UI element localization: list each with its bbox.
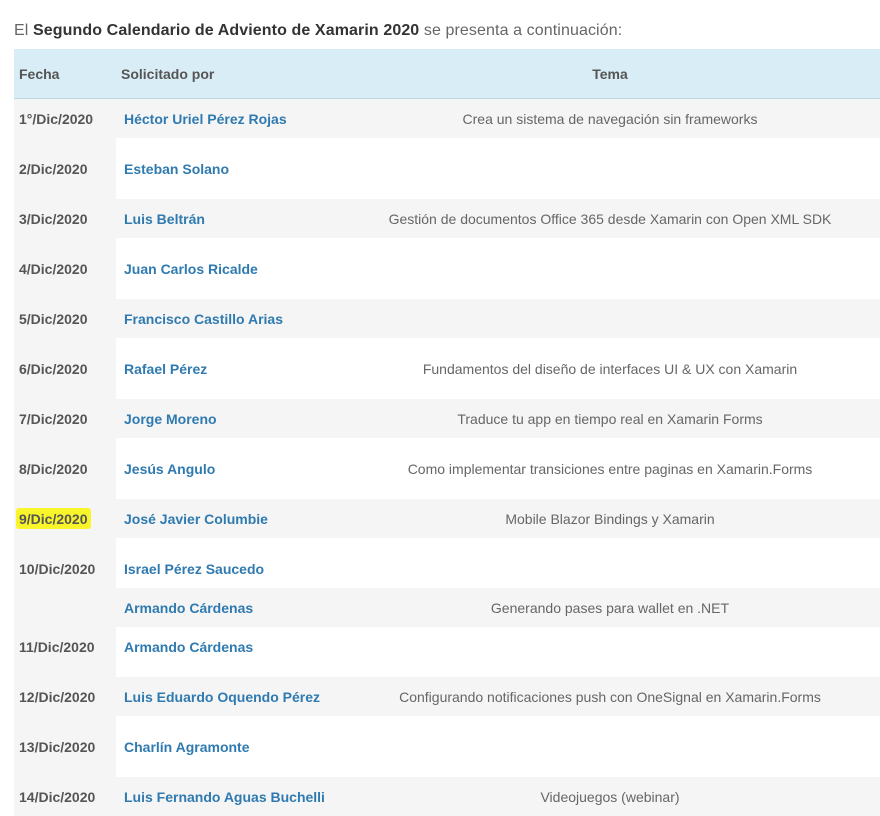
row-date: 10/Dic/2020: [14, 549, 116, 588]
table-row: 6/Dic/2020 Rafael Pérez Fundamentos del …: [14, 349, 880, 388]
row-date: 13/Dic/2020: [14, 727, 116, 766]
row-date: 6/Dic/2020: [14, 349, 116, 388]
row-topic: [340, 549, 880, 588]
table-row: 5/Dic/2020 Francisco Castillo Arias: [14, 299, 880, 338]
table-row: 9/Dic/2020 José Javier Columbie Mobile B…: [14, 499, 880, 538]
row-spacer: [14, 488, 880, 499]
row-name-link[interactable]: Luis Beltrán: [116, 199, 340, 238]
highlighted-date: 9/Dic/2020: [16, 508, 91, 529]
table-row: 4/Dic/2020 Juan Carlos Ricalde: [14, 249, 880, 288]
row-date: [14, 588, 116, 627]
row-date: 3/Dic/2020: [14, 199, 116, 238]
row-spacer: [14, 288, 880, 299]
row-date: 1°/Dic/2020: [14, 99, 116, 139]
table-row: 11/Dic/2020 Armando Cárdenas: [14, 627, 880, 666]
table-row: 14/Dic/2020 Luis Fernando Aguas Buchelli…: [14, 777, 880, 816]
row-topic: Traduce tu app en tiempo real en Xamarin…: [340, 399, 880, 438]
table-row: 7/Dic/2020 Jorge Moreno Traduce tu app e…: [14, 399, 880, 438]
row-name-link[interactable]: Esteban Solano: [116, 149, 340, 188]
row-name-link[interactable]: Israel Pérez Saucedo: [116, 549, 340, 588]
table-row: 12/Dic/2020 Luis Eduardo Oquendo Pérez C…: [14, 677, 880, 716]
row-topic: Mobile Blazor Bindings y Xamarin: [340, 499, 880, 538]
table-body: 1°/Dic/2020 Héctor Uriel Pérez Rojas Cre…: [14, 99, 880, 816]
table-row: 10/Dic/2020 Israel Pérez Saucedo: [14, 549, 880, 588]
row-name-link[interactable]: Francisco Castillo Arias: [116, 299, 340, 338]
row-date: 5/Dic/2020: [14, 299, 116, 338]
row-topic: Generando pases para wallet en .NET: [340, 588, 880, 627]
row-spacer: [14, 238, 880, 249]
row-name-link[interactable]: Jesús Angulo: [116, 449, 340, 488]
row-date: 7/Dic/2020: [14, 399, 116, 438]
row-topic: Videojuegos (webinar): [340, 777, 880, 816]
table-row: 1°/Dic/2020 Héctor Uriel Pérez Rojas Cre…: [14, 99, 880, 139]
row-date: 9/Dic/2020: [14, 499, 116, 538]
row-spacer: [14, 538, 880, 549]
row-name-link[interactable]: Rafael Pérez: [116, 349, 340, 388]
row-spacer: [14, 138, 880, 149]
table-header: Fecha Solicitado por Tema: [14, 49, 880, 99]
table-row: 3/Dic/2020 Luis Beltrán Gestión de docum…: [14, 199, 880, 238]
row-topic: Crea un sistema de navegación sin framew…: [340, 99, 880, 139]
row-topic: [340, 727, 880, 766]
header-solicitado: Solicitado por: [116, 49, 340, 99]
row-name-link[interactable]: Luis Eduardo Oquendo Pérez: [116, 677, 340, 716]
intro-prefix: El: [14, 22, 33, 39]
row-spacer: [14, 666, 880, 677]
intro-text: El Segundo Calendario de Adviento de Xam…: [14, 22, 622, 40]
row-date: 4/Dic/2020: [14, 249, 116, 288]
header-fecha: Fecha: [14, 49, 116, 99]
row-topic: Gestión de documentos Office 365 desde X…: [340, 199, 880, 238]
intro-suffix: se presenta a continuación:: [419, 22, 622, 39]
header-tema: Tema: [340, 49, 880, 99]
row-topic: [340, 149, 880, 188]
table-row: 2/Dic/2020 Esteban Solano: [14, 149, 880, 188]
advent-calendar-table: Fecha Solicitado por Tema 1°/Dic/2020 Hé…: [14, 49, 880, 816]
row-name-link[interactable]: Juan Carlos Ricalde: [116, 249, 340, 288]
row-topic: [340, 299, 880, 338]
row-date: 2/Dic/2020: [14, 149, 116, 188]
row-date: 8/Dic/2020: [14, 449, 116, 488]
table-row: 8/Dic/2020 Jesús Angulo Como implementar…: [14, 449, 880, 488]
row-name-link[interactable]: José Javier Columbie: [116, 499, 340, 538]
row-spacer: [14, 716, 880, 727]
table-row: 13/Dic/2020 Charlín Agramonte: [14, 727, 880, 766]
row-topic: Configurando notificaciones push con One…: [340, 677, 880, 716]
table-row: Armando Cárdenas Generando pases para wa…: [14, 588, 880, 627]
row-topic: Como implementar transiciones entre pagi…: [340, 449, 880, 488]
row-name-link[interactable]: Luis Fernando Aguas Buchelli: [116, 777, 340, 816]
row-name-link[interactable]: Charlín Agramonte: [116, 727, 340, 766]
row-date: 14/Dic/2020: [14, 777, 116, 816]
row-spacer: [14, 188, 880, 199]
row-name-link[interactable]: Jorge Moreno: [116, 399, 340, 438]
row-spacer: [14, 438, 880, 449]
row-date: 11/Dic/2020: [14, 627, 116, 666]
row-spacer: [14, 338, 880, 349]
row-name-link[interactable]: Armando Cárdenas: [116, 588, 340, 627]
row-name-link[interactable]: Armando Cárdenas: [116, 627, 340, 666]
row-topic: Fundamentos del diseño de interfaces UI …: [340, 349, 880, 388]
row-name-link[interactable]: Héctor Uriel Pérez Rojas: [116, 99, 340, 139]
row-topic: [340, 249, 880, 288]
header-row: Fecha Solicitado por Tema: [14, 49, 880, 99]
row-spacer: [14, 388, 880, 399]
intro-title: Segundo Calendario de Adviento de Xamari…: [33, 22, 419, 39]
row-date: 12/Dic/2020: [14, 677, 116, 716]
row-topic: [340, 627, 880, 666]
row-spacer: [14, 766, 880, 777]
